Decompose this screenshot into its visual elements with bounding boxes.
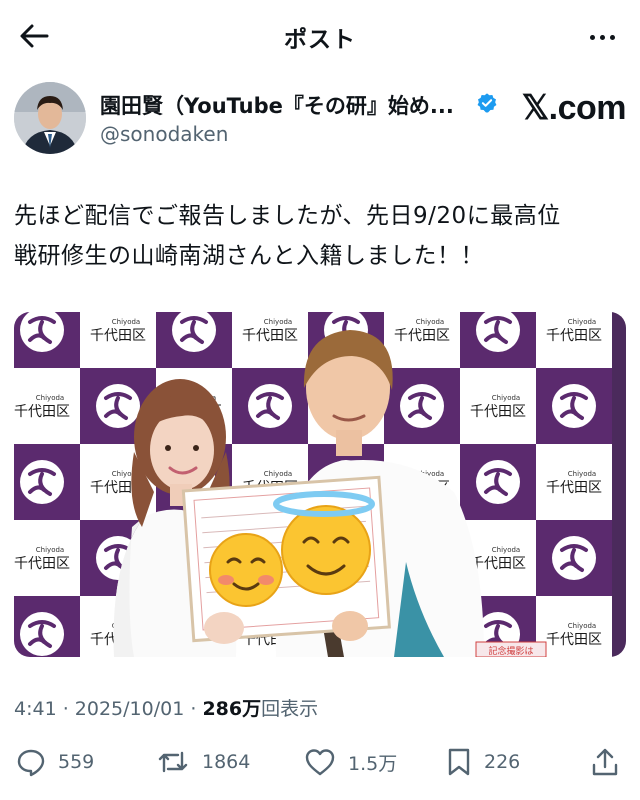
tweet-text-line: 戦研修生の山崎南湖さんと入籍しました！！	[14, 243, 484, 269]
photo-image: Chiyoda 千代田区 Chiyoda 千代田区 Chiyoda 千代田区 Chiyoda…	[14, 312, 626, 657]
backdrop-logo-roman: Chiyoda	[568, 622, 596, 630]
x-com-watermark: 𝕏.com	[521, 89, 627, 127]
backdrop-logo-text: 千代田区	[90, 328, 146, 344]
author-handle[interactable]: @sonodaken	[100, 122, 228, 146]
backdrop-logo-text: 千代田区	[546, 480, 602, 496]
tweet-meta: 4:41 · 2025/10/01 · 286万回表示	[14, 698, 319, 720]
backdrop-logo-text: 千代田区	[470, 404, 526, 420]
bookmark-button[interactable]: 226	[446, 740, 520, 784]
backdrop-logo-roman: Chiyoda	[36, 546, 64, 554]
backdrop-logo-text: 千代田区	[14, 556, 70, 572]
backdrop-logo-text: 千代田区	[14, 404, 70, 420]
backdrop-logo-text: 千代田区	[546, 632, 602, 648]
backdrop-logo-roman: Chiyoda	[36, 394, 64, 402]
backdrop-logo-roman: Chiyoda	[264, 318, 292, 326]
tweet-text: 先ほど配信でご報告しましたが、先日9/20に最高位 戦研修生の山崎南湖さんと入籍…	[14, 196, 626, 276]
page-title: ポスト	[284, 27, 356, 53]
backdrop-logo-roman: Chiyoda	[416, 318, 444, 326]
avatar[interactable]	[14, 82, 86, 154]
verified-badge-icon	[477, 93, 497, 113]
like-button[interactable]: 1.5万	[304, 740, 397, 784]
top-bar: ポスト	[0, 0, 640, 72]
backdrop-logo-text: 千代田区	[470, 556, 526, 572]
bookmark-icon	[448, 748, 470, 776]
author-row: 園田賢（YouTube『その研』始め... @sonodaken 𝕏.com	[14, 82, 627, 158]
photo-sign-text: 記念撮影は	[488, 645, 533, 657]
blushing-face-emoji-icon	[209, 533, 283, 607]
avatar-image	[14, 82, 86, 154]
backdrop-logo-roman: Chiyoda	[568, 470, 596, 478]
backdrop-logo-text: 千代田区	[546, 328, 602, 344]
tweet-time: 4:41	[14, 698, 57, 720]
backdrop-logo-roman: Chiyoda	[492, 394, 520, 402]
backdrop-logo-text: 千代田区	[394, 328, 450, 344]
tweet-date: 2025/10/01	[74, 698, 185, 720]
tweet-text-line: 先ほど配信でご報告しましたが、先日9/20に最高位	[14, 203, 561, 229]
more-options-button[interactable]	[582, 22, 622, 52]
share-button[interactable]	[590, 740, 620, 784]
backdrop-logo-text: 千代田区	[242, 328, 298, 344]
view-count: 286万	[202, 698, 262, 720]
author-display-name[interactable]: 園田賢（YouTube『その研』始め...	[100, 90, 454, 120]
share-icon	[592, 748, 618, 776]
backdrop-logo-roman: Chiyoda	[492, 546, 520, 554]
repost-button[interactable]: 1864	[156, 740, 250, 784]
like-count: 1.5万	[348, 752, 398, 775]
reply-icon	[17, 749, 45, 777]
backdrop-logo-roman: Chiyoda	[568, 318, 596, 326]
backdrop-logo-roman: Chiyoda	[264, 470, 292, 478]
repost-count: 1864	[202, 751, 251, 773]
repost-icon	[158, 751, 188, 773]
backdrop-logo-roman: Chiyoda	[112, 318, 140, 326]
reply-count: 559	[58, 751, 95, 773]
reply-button[interactable]: 559	[16, 740, 94, 784]
bookmark-count: 226	[484, 751, 521, 773]
tweet-photo[interactable]: Chiyoda 千代田区 Chiyoda 千代田区 Chiyoda 千代田区 Chiyoda…	[14, 312, 626, 657]
more-horizontal-icon	[589, 34, 595, 40]
heart-icon	[305, 749, 335, 776]
action-bar: 559 1864 1.5万 226	[14, 740, 626, 784]
view-label: 回表示	[261, 698, 319, 720]
